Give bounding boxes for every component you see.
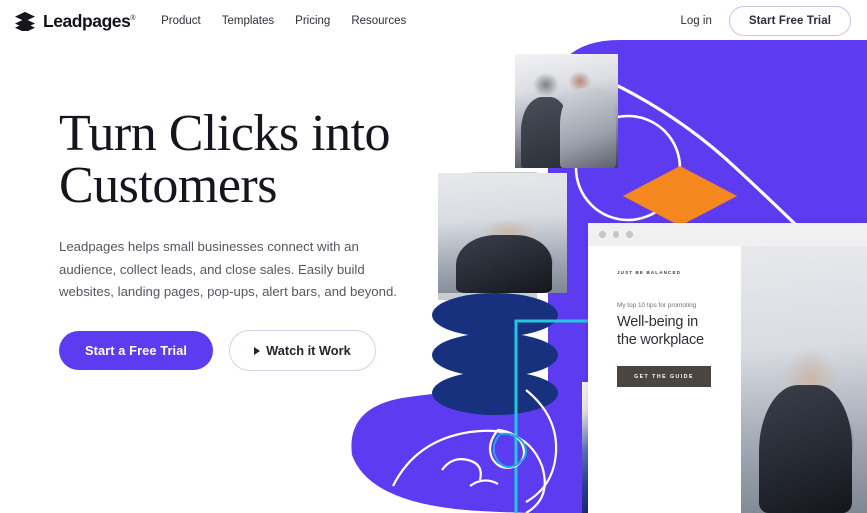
logo-text: Leadpages® (43, 10, 136, 32)
headline-line-2: Customers (59, 157, 277, 214)
site-header: Leadpages® Product Templates Pricing Res… (0, 0, 867, 42)
main-navigation: Product Templates Pricing Resources (161, 15, 406, 27)
stacked-layers-icon (14, 11, 35, 31)
mockup-content: JUST BE BALANCED My top 10 tips for prom… (588, 246, 867, 513)
login-link[interactable]: Log in (681, 15, 712, 27)
mockup-title-line1: Well-being in (617, 314, 698, 330)
photo-two-men-laptop (515, 54, 618, 168)
start-a-free-trial-button[interactable]: Start a Free Trial (59, 331, 214, 371)
watch-it-work-label: Watch it Work (266, 343, 351, 359)
photo-woman-stretching (741, 246, 867, 513)
page-title: Turn Clicks into Customers (59, 108, 459, 212)
mockup-get-the-guide-button[interactable]: GET THE GUIDE (617, 366, 711, 388)
leadpages-landing-page: JUST BE BALANCED My top 10 tips for prom… (0, 0, 867, 513)
logo-trademark: ® (130, 14, 136, 22)
header-actions: Log in Start Free Trial (681, 6, 851, 36)
hero-cta-row: Start a Free Trial Watch it Work (59, 330, 459, 372)
window-dot-minimize-icon (612, 231, 619, 238)
window-dot-maximize-icon (626, 231, 633, 238)
mockup-title-line2: the workplace (617, 331, 704, 348)
watch-it-work-button[interactable]: Watch it Work (229, 330, 376, 372)
nav-item-resources[interactable]: Resources (351, 15, 406, 27)
mockup-kicker: My top 10 tips for promoting (617, 302, 697, 309)
mockup-eyebrow: JUST BE BALANCED (617, 270, 682, 275)
browser-mockup: JUST BE BALANCED My top 10 tips for prom… (588, 223, 867, 513)
hero-copy: Turn Clicks into Customers Leadpages hel… (59, 108, 459, 372)
nav-item-templates[interactable]: Templates (222, 15, 274, 27)
mockup-titlebar (588, 223, 867, 246)
window-dot-close-icon (599, 231, 606, 238)
nav-item-pricing[interactable]: Pricing (295, 15, 330, 27)
logo-wordmark: Leadpages (43, 10, 131, 31)
hero-subcopy: Leadpages helps small businesses connect… (59, 239, 397, 300)
nav-item-product[interactable]: Product (161, 15, 201, 27)
play-triangle-icon (254, 346, 261, 355)
headline-line-1: Turn Clicks into (59, 105, 391, 162)
mockup-photo-column (741, 246, 867, 513)
start-free-trial-button[interactable]: Start Free Trial (728, 6, 851, 36)
logo[interactable]: Leadpages® (14, 10, 136, 32)
mockup-copy-column: JUST BE BALANCED My top 10 tips for prom… (588, 246, 741, 513)
mockup-title: Well-being in the workplace (617, 314, 741, 349)
